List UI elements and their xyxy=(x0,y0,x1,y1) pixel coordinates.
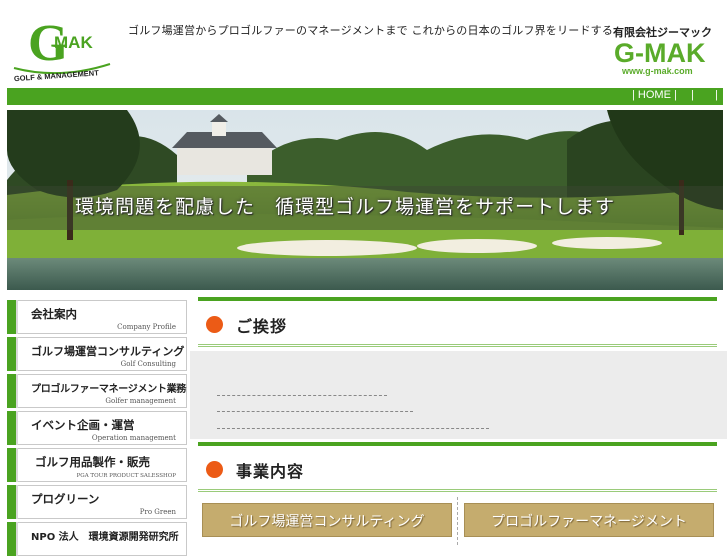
nav-separator[interactable]: | xyxy=(715,89,718,101)
pro-management-button-label: プロゴルファーマネージメント xyxy=(491,514,687,530)
sidebar-item-subtitle: Golfer management xyxy=(105,397,176,405)
business-heading: 事業内容 xyxy=(236,462,305,481)
column-divider xyxy=(457,497,458,545)
sidebar-item-marker xyxy=(7,448,16,482)
placeholder-line xyxy=(217,428,489,429)
nav-bar: | HOME | | | xyxy=(7,88,723,105)
greeting-heading: ご挨拶 xyxy=(236,317,288,336)
sidebar-item-marker xyxy=(7,411,16,445)
sidebar-item-marker xyxy=(7,522,16,556)
banner-headline: 環境問題を配慮した 循環型ゴルフ場運営をサポートします xyxy=(75,196,616,218)
hero-banner: 環境問題を配慮した 循環型ゴルフ場運営をサポートします xyxy=(7,110,723,290)
sidebar-item-subtitle: Golf Consulting xyxy=(120,360,176,368)
sidebar-item-title: プロゴルファーマネージメント業務 xyxy=(31,384,186,395)
sidebar-item-title: NPO 法人 環境資源開発研究所 xyxy=(31,532,179,543)
placeholder-line xyxy=(217,411,413,412)
nav-separator[interactable]: | xyxy=(691,89,694,101)
sidebar-item-golfer-management[interactable]: プロゴルファーマネージメント業務 Golfer management xyxy=(7,374,187,408)
sidebar-item-golf-goods[interactable]: ゴルフ用品製作・販売 PGA TOUR PRODUCT SALESSHOP xyxy=(7,448,187,482)
sidebar-item-marker xyxy=(7,300,16,334)
sidebar-item-company-profile[interactable]: 会社案内 Company Profile xyxy=(7,300,187,334)
golf-consulting-button[interactable]: ゴルフ場運営コンサルティング xyxy=(202,503,452,537)
pro-management-button[interactable]: プロゴルファーマネージメント xyxy=(464,503,714,537)
sidebar-item-marker xyxy=(16,448,18,482)
sidebar-nav: 会社案内 Company Profile ゴルフ場運営コンサルティング Golf… xyxy=(7,300,188,559)
sidebar-item-marker xyxy=(16,337,18,371)
sidebar-item-marker xyxy=(16,485,18,519)
brand-url: www.g-mak.com xyxy=(622,66,693,76)
sidebar-item-marker xyxy=(7,374,16,408)
sidebar-item-pro-green[interactable]: プログリーン Pro Green xyxy=(7,485,187,519)
section-underline xyxy=(198,344,717,347)
sidebar-item-title: プログリーン xyxy=(31,492,100,506)
sidebar-item-marker xyxy=(16,522,18,556)
golf-consulting-button-label: ゴルフ場運営コンサルティング xyxy=(229,514,425,530)
sidebar-item-subtitle: Operation management xyxy=(91,434,176,442)
sidebar-item-subtitle: Pro Green xyxy=(139,508,176,516)
sidebar-item-title: イベント企画・運営 xyxy=(31,418,135,432)
sidebar-item-event-planning[interactable]: イベント企画・運営 Operation management xyxy=(7,411,187,445)
gmak-logo[interactable]: G MAK GOLF & MANAGEMENT xyxy=(10,8,114,84)
main-content: ご挨拶 事業内容 ゴルフ場運営コンサルティング プロゴルファーマネージメント xyxy=(190,297,727,545)
business-section-header: 事業内容 xyxy=(198,442,717,492)
sidebar-item-title: ゴルフ用品製作・販売 xyxy=(35,455,150,469)
nav-home-link[interactable]: | HOME | xyxy=(632,89,677,101)
svg-text:MAK: MAK xyxy=(54,33,93,52)
brand-wordmark: G-MAK xyxy=(614,38,706,68)
greeting-section-header: ご挨拶 xyxy=(198,297,717,347)
site-header: G MAK GOLF & MANAGEMENT ゴルフ場運営からプロゴルファーの… xyxy=(0,0,727,88)
greeting-body xyxy=(190,351,727,439)
tagline: ゴルフ場運営からプロゴルファーのマネージメントまで これからの日本のゴルフ界をリ… xyxy=(128,24,614,37)
sidebar-item-npo[interactable]: NPO 法人 環境資源開発研究所 xyxy=(7,522,187,556)
sidebar-item-golf-consulting[interactable]: ゴルフ場運営コンサルティング Golf Consulting xyxy=(7,337,187,371)
sidebar-item-title: 会社案内 xyxy=(31,307,77,321)
placeholder-line xyxy=(217,395,387,396)
sidebar-item-marker xyxy=(16,411,18,445)
sidebar-item-marker xyxy=(7,337,16,371)
sidebar-item-subtitle: Company Profile xyxy=(117,323,176,331)
orange-bullet-icon xyxy=(206,316,223,333)
sidebar-item-title: ゴルフ場運営コンサルティング xyxy=(31,345,185,358)
sidebar-item-marker xyxy=(7,485,16,519)
sidebar-item-marker xyxy=(16,374,18,408)
sidebar-item-marker xyxy=(16,300,18,334)
sidebar-item-subtitle: PGA TOUR PRODUCT SALESSHOP xyxy=(76,473,176,479)
orange-bullet-icon xyxy=(206,461,223,478)
section-underline xyxy=(198,489,717,492)
